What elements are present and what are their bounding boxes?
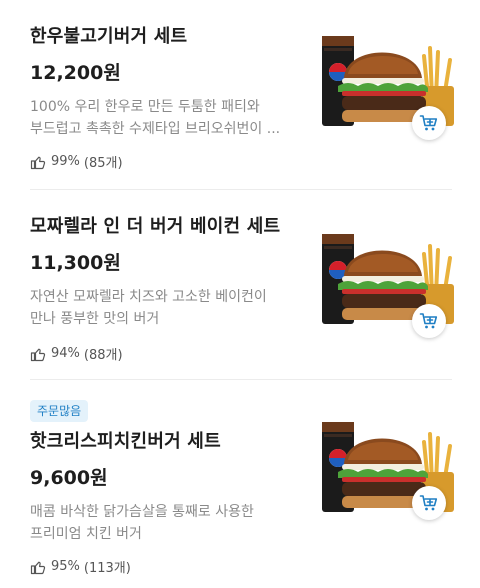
menu-item-price: 12,200원	[30, 62, 121, 84]
thumbs-up-icon	[30, 346, 46, 362]
rating: 99% (85개)	[30, 152, 123, 171]
description-line: 부드럽고 촉촉한 수제타입 브리오쉬번이 ...	[30, 121, 281, 137]
review-count: (85개)	[83, 156, 123, 171]
add-to-cart-button[interactable]	[412, 106, 446, 140]
popular-badge: 주문많음	[30, 400, 89, 422]
rating: 95% (113개)	[30, 557, 131, 576]
menu-item-description: 매콤 바삭한 닭가슴살을 통째로 사용한 프리미엄 치킨 버거	[30, 501, 300, 545]
description-line: 만나 풍부한 맛의 버거	[30, 311, 160, 327]
description-line: 자연산 모짜렐라 치즈와 고소한 베이컨이	[30, 289, 267, 305]
menu-item-hot-crispy-chicken-set[interactable]: 주문많음 핫크리스피치킨버거 세트 9,600원 매콤 바삭한 닭가슴살을 통째…	[0, 380, 480, 588]
menu-item-description: 100% 우리 한우로 만든 두툼한 패티와 부드럽고 촉촉한 수제타입 브리오…	[30, 96, 300, 140]
add-to-cart-button[interactable]	[412, 486, 446, 520]
thumbs-up-icon	[30, 559, 46, 575]
description-line: 100% 우리 한우로 만든 두툼한 패티와	[30, 99, 260, 115]
rating: 94% (88개)	[30, 344, 123, 363]
cart-plus-icon	[419, 113, 439, 133]
menu-item-name: 핫크리스피치킨버거 세트	[30, 431, 221, 452]
menu-item-name: 모짜렐라 인 더 버거 베이컨 세트	[30, 216, 281, 237]
thumbs-up-icon	[30, 154, 46, 170]
rating-percent: 94%	[51, 346, 80, 361]
menu-item-mozzarella-bacon-set[interactable]: 모짜렐라 인 더 버거 베이컨 세트 11,300원 자연산 모짜렐라 치즈와 …	[0, 190, 480, 380]
review-count: (88개)	[83, 348, 123, 363]
review-count: (113개)	[83, 561, 131, 576]
cart-plus-icon	[419, 311, 439, 331]
menu-item-price: 11,300원	[30, 252, 121, 274]
rating-percent: 99%	[51, 154, 80, 169]
description-line: 프리미엄 치킨 버거	[30, 526, 142, 542]
menu-item-name: 한우불고기버거 세트	[30, 26, 188, 47]
menu-item-price: 9,600원	[30, 467, 108, 489]
cart-plus-icon	[419, 493, 439, 513]
add-to-cart-button[interactable]	[412, 304, 446, 338]
menu-list: 한우불고기버거 세트 12,200원 100% 우리 한우로 만든 두툼한 패티…	[0, 0, 480, 588]
menu-item-description: 자연산 모짜렐라 치즈와 고소한 베이컨이 만나 풍부한 맛의 버거	[30, 286, 300, 330]
description-line: 매콤 바삭한 닭가슴살을 통째로 사용한	[30, 504, 254, 520]
rating-percent: 95%	[51, 559, 80, 574]
menu-item-hanwoo-bulgogi-set[interactable]: 한우불고기버거 세트 12,200원 100% 우리 한우로 만든 두툼한 패티…	[0, 0, 480, 190]
